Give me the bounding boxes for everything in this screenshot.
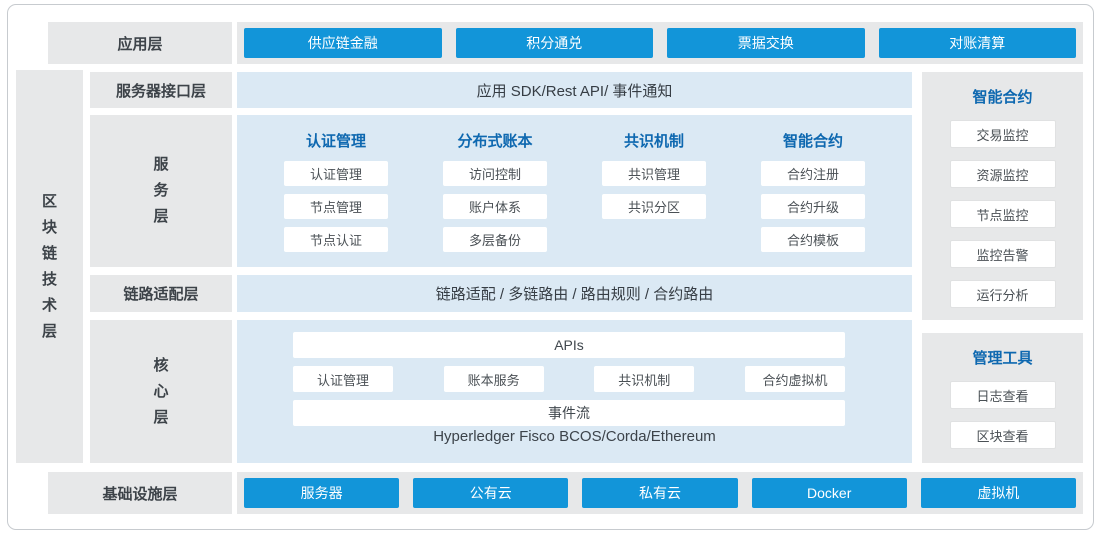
service-item-box: 账户体系 <box>443 194 547 219</box>
application-layer-label-box: 应用层 <box>48 22 232 64</box>
sdk-api-text: 应用 SDK/Rest API/ 事件通知 <box>477 80 673 101</box>
smart-contract-monitor-panel: 智能合约 交易监控资源监控节点监控监控告警运行分析 <box>922 72 1083 320</box>
link-adapter-layer-label-box: 链路适配层 <box>90 275 232 312</box>
server-interface-layer-label: 服务器接口层 <box>116 80 206 101</box>
management-tools-panel: 管理工具 日志查看区块查看 <box>922 333 1083 463</box>
service-column-header: 认证管理 <box>306 130 366 152</box>
application-block: 积分通兑 <box>456 28 654 58</box>
application-layer-row: 供应链金融积分通兑票据交换对账清算 <box>237 22 1083 64</box>
core-module-box: 合约虚拟机 <box>745 366 845 392</box>
service-column-header: 分布式账本 <box>457 130 532 152</box>
core-module-box: 共识机制 <box>594 366 694 392</box>
service-item-box: 节点认证 <box>284 227 388 252</box>
event-stream-bar: 事件流 <box>293 400 845 426</box>
core-layer-label: 核心层 <box>153 353 169 431</box>
service-item-box: 合约升级 <box>761 194 865 219</box>
tool-item-box: 日志查看 <box>950 381 1056 409</box>
monitor-panel-header: 智能合约 <box>972 86 1032 106</box>
core-layer-label-box: 核心层 <box>90 320 232 463</box>
server-interface-layer-panel: 应用 SDK/Rest API/ 事件通知 <box>237 72 912 108</box>
infrastructure-layer-label-box: 基础设施层 <box>48 472 232 514</box>
application-block: 票据交换 <box>667 28 865 58</box>
infrastructure-layer-label: 基础设施层 <box>102 483 177 504</box>
link-adapter-layer-panel: 链路适配 / 多链路由 / 路由规则 / 合约路由 <box>237 275 912 312</box>
core-modules-row: 认证管理 账本服务 共识机制 合约虚拟机 <box>293 366 845 392</box>
monitor-items: 交易监控资源监控节点监控监控告警运行分析 <box>950 120 1056 320</box>
infrastructure-block: 私有云 <box>582 478 737 508</box>
service-item-box: 合约模板 <box>761 227 865 252</box>
blockchain-tech-layer-label: 区块链技术层 <box>42 189 58 345</box>
apis-bar: APIs <box>293 332 845 358</box>
service-column-header: 智能合约 <box>783 130 843 152</box>
service-item-box: 共识管理 <box>602 161 706 186</box>
monitor-item-box: 交易监控 <box>950 120 1056 148</box>
service-item-box: 合约注册 <box>761 161 865 186</box>
service-column: 共识机制共识管理共识分区 <box>594 130 714 227</box>
core-module-box: 认证管理 <box>293 366 393 392</box>
service-item-box: 认证管理 <box>284 161 388 186</box>
service-item-box: 共识分区 <box>602 194 706 219</box>
application-layer-label: 应用层 <box>117 33 162 54</box>
monitor-item-box: 资源监控 <box>950 160 1056 188</box>
tools-items: 日志查看区块查看 <box>950 381 1056 461</box>
core-module-box: 账本服务 <box>444 366 544 392</box>
infrastructure-block: Docker <box>752 478 907 508</box>
infrastructure-layer-row: 服务器公有云私有云 Docker 虚拟机 <box>237 472 1083 514</box>
monitor-item-box: 节点监控 <box>950 200 1056 228</box>
infrastructure-block: 公有云 <box>413 478 568 508</box>
service-item-box: 节点管理 <box>284 194 388 219</box>
service-item-box: 多层备份 <box>443 227 547 252</box>
tools-panel-header: 管理工具 <box>972 347 1032 367</box>
link-adapter-text: 链路适配 / 多链路由 / 路由规则 / 合约路由 <box>436 283 714 304</box>
monitor-item-box: 运行分析 <box>950 280 1056 308</box>
core-layer-panel: APIs 认证管理 账本服务 共识机制 合约虚拟机 事件流 Hyperledger F… <box>237 320 912 463</box>
service-column: 分布式账本访问控制账户体系多层备份 <box>435 130 555 260</box>
server-interface-layer-label-box: 服务器接口层 <box>90 72 232 108</box>
service-layer-label-box: 服务层 <box>90 115 232 267</box>
tool-item-box: 区块查看 <box>950 421 1056 449</box>
platforms-text: Hyperledger Fisco BCOS/Corda/Ethereum <box>237 428 912 445</box>
infrastructure-block: 虚拟机 <box>921 478 1076 508</box>
service-layer-label: 服务层 <box>153 152 169 230</box>
service-item-box: 访问控制 <box>443 161 547 186</box>
service-column: 智能合约合约注册合约升级合约模板 <box>753 130 873 260</box>
blockchain-tech-layer-bar: 区块链技术层 <box>16 70 83 463</box>
service-layer-panel: 认证管理认证管理节点管理节点认证分布式账本访问控制账户体系多层备份共识机制共识管… <box>237 115 912 267</box>
application-block: 供应链金融 <box>244 28 442 58</box>
monitor-item-box: 监控告警 <box>950 240 1056 268</box>
application-block: 对账清算 <box>879 28 1077 58</box>
infrastructure-block: 服务器 <box>244 478 399 508</box>
service-column-header: 共识机制 <box>624 130 684 152</box>
link-adapter-layer-label: 链路适配层 <box>123 283 198 304</box>
service-column: 认证管理认证管理节点管理节点认证 <box>276 130 396 260</box>
